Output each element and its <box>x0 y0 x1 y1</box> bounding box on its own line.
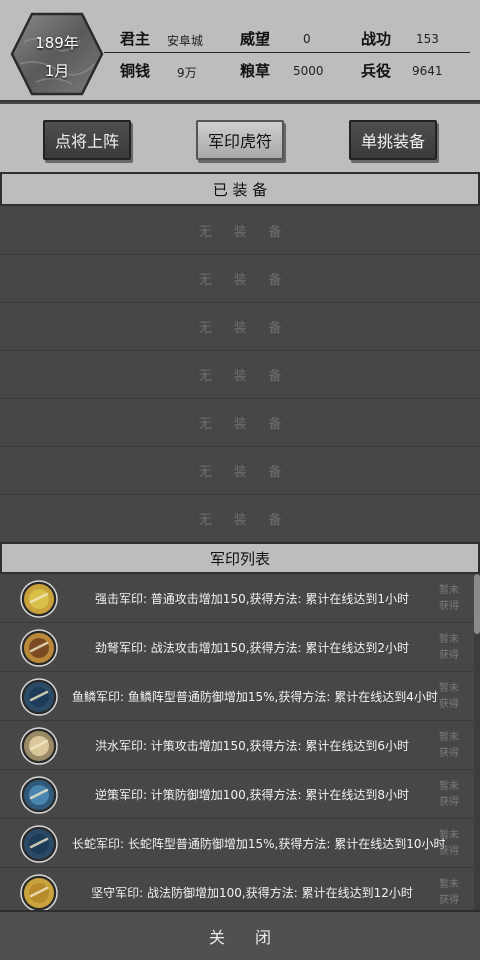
snake-formation-icon <box>20 825 58 863</box>
tab-bar: 点将上阵 军印虎符 单挑装备 <box>0 104 480 172</box>
seal-list-item[interactable]: 洪水军印: 计策攻击增加150,获得方法: 累计在线达到6小时 暂未获得 <box>0 721 474 770</box>
conscripts-label: 兵役 <box>361 62 392 80</box>
seal-description: 强击军印: 普通攻击增加150,获得方法: 累计在线达到1小时 <box>94 592 410 606</box>
shield-seal-icon <box>20 874 58 910</box>
tab-duel-equipment[interactable]: 单挑装备 <box>349 120 437 160</box>
seal-status-badge: 暂未获得 <box>439 585 459 612</box>
merit-value: 153 <box>416 32 439 46</box>
conscripts-value: 9641 <box>412 64 443 78</box>
prestige-value: 0 <box>303 32 311 46</box>
current-year: 189年 <box>35 34 79 52</box>
equipped-slot[interactable]: 无装备 <box>0 495 480 543</box>
tab-military-seals[interactable]: 军印虎符 <box>196 120 284 160</box>
seal-list-item[interactable]: 长蛇军印: 长蛇阵型普通防御增加15%,获得方法: 累计在线达到10小时 暂未获得 <box>0 819 474 868</box>
hexagon-frame-icon <box>10 12 104 96</box>
prestige-label: 威望 <box>240 30 271 48</box>
seal-description: 洪水军印: 计策攻击增加150,获得方法: 累计在线达到6小时 <box>94 739 410 753</box>
seal-status-badge: 暂未获得 <box>439 732 459 759</box>
merit-label: 战功 <box>361 30 392 48</box>
seal-description: 逆策军印: 计策防御增加100,获得方法: 累计在线达到8小时 <box>94 788 410 802</box>
fish-scale-formation-icon <box>20 678 58 716</box>
copper-value: 9万 <box>177 66 197 80</box>
seal-status-badge: 暂未获得 <box>439 781 459 808</box>
lord-value: 安阜城 <box>167 34 204 48</box>
date-hexagon: 189年 1月 <box>10 12 104 96</box>
equipped-slot[interactable]: 无装备 <box>0 207 480 255</box>
seal-list-item[interactable]: 强击军印: 普通攻击增加150,获得方法: 累计在线达到1小时 暂未获得 <box>0 574 474 623</box>
seal-description: 鱼鳞军印: 鱼鳞阵型普通防御增加15%,获得方法: 累计在线达到4小时 <box>72 690 438 704</box>
equipped-slot[interactable]: 无装备 <box>0 351 480 399</box>
seal-status-badge: 暂未获得 <box>439 634 459 661</box>
equipped-slot[interactable]: 无装备 <box>0 255 480 303</box>
grain-value: 5000 <box>293 64 324 78</box>
seal-list-header: 军印列表 <box>0 542 480 574</box>
crossbow-seal-icon <box>20 629 58 667</box>
seal-status-badge: 暂未获得 <box>439 879 459 906</box>
seal-description: 坚守军印: 战法防御增加100,获得方法: 累计在线达到12小时 <box>91 886 413 900</box>
seal-list-item[interactable]: 劲弩军印: 战法攻击增加150,获得方法: 累计在线达到2小时 暂未获得 <box>0 623 474 672</box>
seal-list-item[interactable]: 坚守军印: 战法防御增加100,获得方法: 累计在线达到12小时 暂未获得 <box>0 868 474 910</box>
seal-description: 劲弩军印: 战法攻击增加150,获得方法: 累计在线达到2小时 <box>94 641 410 655</box>
copper-label: 铜钱 <box>120 62 151 80</box>
equipped-slot[interactable]: 无装备 <box>0 303 480 351</box>
equipped-slot[interactable]: 无装备 <box>0 447 480 495</box>
lord-label: 君主 <box>120 30 151 48</box>
equipped-slot[interactable]: 无装备 <box>0 399 480 447</box>
grain-label: 粮草 <box>240 62 271 80</box>
counter-strategy-seal-icon <box>20 776 58 814</box>
seal-list-item[interactable]: 鱼鳞军印: 鱼鳞阵型普通防御增加15%,获得方法: 累计在线达到4小时 暂未获得 <box>0 672 474 721</box>
seal-status-badge: 暂未获得 <box>439 683 459 710</box>
close-bar: 关闭 <box>0 910 480 960</box>
status-header: 189年 1月 君主 安阜城 威望 0 战功 153 铜钱 9万 粮草 5000… <box>0 0 480 102</box>
flood-seal-icon <box>20 727 58 765</box>
seal-description: 长蛇军印: 长蛇阵型普通防御增加15%,获得方法: 累计在线达到10小时 <box>72 837 446 851</box>
seal-status-badge: 暂未获得 <box>439 830 459 857</box>
header-divider <box>104 52 470 53</box>
tab-deploy-generals[interactable]: 点将上阵 <box>43 120 131 160</box>
scroll-thumb[interactable] <box>474 574 480 634</box>
close-button[interactable]: 关闭 <box>0 912 480 960</box>
current-month: 1月 <box>44 62 70 80</box>
seal-list-scrollbar[interactable] <box>474 574 480 910</box>
sword-seal-icon <box>20 580 58 618</box>
equipped-section-header: 已 装 备 <box>0 172 480 206</box>
seal-list[interactable]: 强击军印: 普通攻击增加150,获得方法: 累计在线达到1小时 暂未获得 劲弩军印:… <box>0 574 480 910</box>
seal-list-item[interactable]: 逆策军印: 计策防御增加100,获得方法: 累计在线达到8小时 暂未获得 <box>0 770 474 819</box>
